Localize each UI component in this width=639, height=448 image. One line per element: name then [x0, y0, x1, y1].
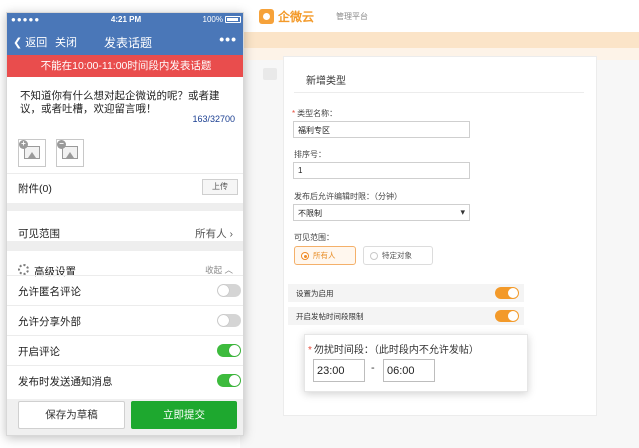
type-name-label: * 类型名称： [292, 108, 337, 119]
chevron-left-icon: ❮ [13, 37, 26, 49]
edit-limit-value: 不限制 [298, 209, 322, 218]
time-limit-setting-row: 开启发帖时间段限制 [288, 307, 524, 325]
close-button[interactable]: 关闭 [55, 34, 77, 50]
brand-subtitle: 管理平台 [336, 12, 369, 21]
divider [7, 335, 243, 336]
panel-divider [294, 92, 584, 93]
share-external-toggle[interactable] [217, 314, 241, 327]
minus-icon: − [57, 140, 66, 149]
divider [7, 305, 243, 306]
required-marker: * [308, 345, 312, 356]
setting-label-notify: 发布时发送通知消息 [18, 376, 113, 388]
upload-button[interactable]: 上传 [202, 179, 238, 195]
gear-icon [18, 264, 29, 275]
sort-label: 排序号： [294, 150, 326, 159]
setting-label-share: 允许分享外部 [18, 316, 81, 328]
dnd-end-input[interactable]: 06:00 [383, 359, 435, 382]
dnd-start-input[interactable]: 23:00 [313, 359, 365, 382]
visible-option-specific[interactable]: 特定对象 [363, 246, 433, 265]
radio-unselected-icon [370, 251, 378, 260]
radio-selected-icon [301, 251, 309, 260]
section-gap [7, 203, 243, 211]
phone-frame: ●●●●● 4:21 PM 100% ❮ 返回 关闭 发表话题 ••• 不能在1… [6, 12, 244, 436]
divider [7, 365, 243, 366]
visible-range-value-text: 所有人 [195, 228, 227, 240]
time-limit-toggle[interactable] [495, 310, 519, 322]
add-image-button[interactable]: + [18, 139, 46, 167]
type-name-label-text: 类型名称： [297, 109, 338, 118]
divider [7, 173, 243, 174]
enable-setting-label: 设置为启用 [296, 288, 334, 298]
dnd-time-label: * 勿扰时间段：（此时段内不允许发帖） [308, 341, 479, 356]
nav-bar: ❮ 返回 关闭 发表话题 ••• [7, 27, 243, 55]
required-marker: * [292, 109, 296, 118]
dnd-time-separator: - [371, 362, 375, 374]
battery-status: 100% [203, 15, 241, 24]
visible-option-everyone[interactable]: 所有人 [294, 246, 356, 265]
collapse-label: 收起 [205, 265, 223, 275]
image-mountain-shape [64, 152, 76, 158]
screen: 企微云 管理平台 新增类型 * 类型名称： 福利专区 排序号： 1 发布后允许编辑… [0, 0, 639, 448]
save-draft-button[interactable]: 保存为草稿 [18, 401, 125, 429]
visible-option-everyone-label: 所有人 [313, 251, 336, 260]
brand-name: 企微云 [278, 10, 315, 24]
divider [7, 275, 243, 276]
chevron-right-icon: › [226, 228, 233, 240]
more-icon[interactable]: ••• [219, 31, 237, 47]
admin-nav-band [240, 32, 639, 48]
back-label: 返回 [25, 37, 48, 49]
visible-range-label: 可见范围 [18, 228, 60, 240]
chevron-up-icon: ︿ [222, 265, 233, 275]
panel-title: 新增类型 [306, 76, 346, 87]
status-bar: ●●●●● 4:21 PM 100% [7, 13, 243, 27]
page-title: 发表话题 [104, 36, 153, 50]
admin-side-tab[interactable] [263, 68, 277, 80]
topic-textarea[interactable]: 不知道你有什么想对起企微说的呢？或者建议，或者吐槽，欢迎留言哦！ [20, 90, 235, 116]
plus-icon: + [19, 140, 28, 149]
battery-percent: 100% [202, 15, 223, 24]
time-restriction-warning: 不能在10:00-11:00时间段内发表话题 [7, 55, 243, 77]
visible-range-label: 可见范围： [294, 233, 334, 242]
battery-icon [225, 16, 241, 24]
brand-logo-icon [259, 9, 274, 24]
image-mountain-shape [26, 152, 38, 158]
advanced-settings-label: 高级设置 [34, 266, 76, 278]
time-limit-setting-label: 开启发帖时间段限制 [296, 311, 364, 321]
visible-option-specific-label: 特定对象 [382, 251, 412, 260]
dnd-time-label-text: 勿扰时间段：（此时段内不允许发帖） [313, 345, 479, 356]
edit-limit-select[interactable]: 不限制 [293, 204, 470, 221]
visible-range-value[interactable]: 所有人 › [195, 226, 233, 241]
edit-limit-label: 发布后允许编辑时限：（分钟） [294, 192, 402, 201]
brand-logo: 企微云 管理平台 [259, 8, 368, 25]
sort-input[interactable]: 1 [293, 162, 470, 179]
submit-button[interactable]: 立即提交 [131, 401, 237, 429]
type-name-input[interactable]: 福利专区 [293, 121, 470, 138]
back-button[interactable]: ❮ 返回 [13, 34, 47, 50]
send-notification-toggle[interactable] [217, 374, 241, 387]
setting-label-anonymous: 允许匿名评论 [18, 286, 81, 298]
remove-image-button[interactable]: − [56, 139, 84, 167]
char-counter: 163/32700 [192, 114, 235, 124]
setting-label-comments: 开启评论 [18, 346, 60, 358]
section-gap [7, 241, 243, 251]
attachment-label: 附件(0) [18, 183, 52, 195]
enable-toggle[interactable] [495, 287, 519, 299]
enable-comments-toggle[interactable] [217, 344, 241, 357]
anonymous-comment-toggle[interactable] [217, 284, 241, 297]
enable-setting-row: 设置为启用 [288, 284, 524, 302]
